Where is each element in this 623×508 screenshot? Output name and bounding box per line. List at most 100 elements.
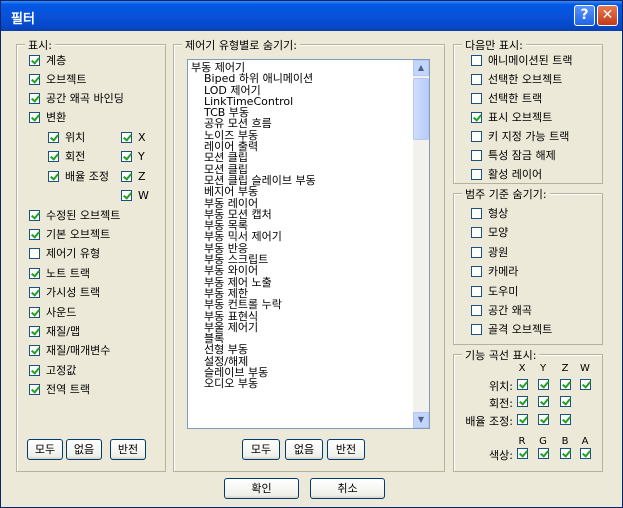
show-item-5-checkbox[interactable] [29, 229, 40, 240]
show-item-1-checkbox[interactable] [29, 74, 40, 85]
controller-list-item[interactable]: Biped 하위 애니메이션 [190, 73, 412, 84]
show-only-item-5-checkbox[interactable] [471, 150, 482, 161]
filter-dialog: 필터 ? ✕ 표시: 제어기 유형별로 숨기기: 부동 제어기 Biped 하위 … [0, 0, 623, 508]
show-item-6-label: 제어기 유형 [46, 247, 101, 260]
show-button-2[interactable]: 반전 [110, 439, 146, 460]
axis-item-3-checkbox[interactable] [121, 190, 132, 201]
axis-item-0-checkbox[interactable] [121, 132, 132, 143]
show-item-6-checkbox[interactable] [29, 248, 40, 259]
curve-checkbox[interactable] [560, 448, 571, 459]
close-icon[interactable]: ✕ [597, 5, 618, 26]
controller-button-2[interactable]: 반전 [327, 439, 365, 460]
show-item-3-checkbox[interactable] [29, 112, 40, 123]
curve-column-label: X [518, 363, 526, 374]
curve-column-label: W [580, 363, 590, 374]
controller-button-0[interactable]: 모두 [242, 439, 280, 460]
transform-item-1-checkbox[interactable] [48, 151, 59, 162]
show-only-item-2-checkbox[interactable] [471, 93, 482, 104]
axis-item-0-label: X [138, 131, 146, 144]
curve-checkbox[interactable] [538, 396, 549, 407]
scroll-thumb[interactable] [413, 78, 429, 140]
controller-list-item[interactable]: 모션 클립 [190, 152, 412, 163]
controller-button-1[interactable]: 없음 [285, 439, 323, 460]
show-item-0-label: 계층 [46, 54, 67, 67]
show-item-7-checkbox[interactable] [29, 268, 40, 279]
show-only-item-1-checkbox[interactable] [471, 74, 482, 85]
curve-checkbox[interactable] [560, 414, 571, 425]
curve-checkbox[interactable] [517, 448, 528, 459]
controller-list-item[interactable]: 베지어 부동 [190, 186, 412, 197]
transform-item-0-label: 위치 [65, 131, 86, 144]
axis-item-2-checkbox[interactable] [121, 171, 132, 182]
curve-checkbox[interactable] [538, 414, 549, 425]
curve-checkbox[interactable] [560, 379, 571, 390]
show-button-0[interactable]: 모두 [27, 439, 63, 460]
show-item-2-checkbox[interactable] [29, 93, 40, 104]
hide-category-item-2-label: 광원 [488, 246, 509, 259]
show-only-item-0-checkbox[interactable] [471, 55, 482, 66]
axis-item-3-label: W [138, 189, 149, 202]
transform-item-2-checkbox[interactable] [48, 171, 59, 182]
ok-button[interactable]: 확인 [224, 478, 299, 499]
controller-list-item[interactable]: 부동 컨트롤 누락 [190, 299, 412, 310]
axis-item-1-checkbox[interactable] [121, 151, 132, 162]
curve-checkbox[interactable] [580, 448, 591, 459]
curve-checkbox[interactable] [517, 414, 528, 425]
controller-type-list[interactable]: 부동 제어기 Biped 하위 애니메이션 LOD 제어기 LinkTimeContr… [187, 59, 430, 429]
show-item-0-checkbox[interactable] [29, 55, 40, 66]
show-only-legend: 다음만 표시: [462, 37, 526, 53]
hide-category-item-2-checkbox[interactable] [471, 247, 482, 258]
show-only-item-4-checkbox[interactable] [471, 131, 482, 142]
show-item-11-checkbox[interactable] [29, 345, 40, 356]
show-only-item-6-label: 활성 레이어 [488, 168, 543, 181]
curve-row-label: 색상: [489, 449, 513, 462]
hide-category-item-1-checkbox[interactable] [471, 227, 482, 238]
show-item-12-checkbox[interactable] [29, 365, 40, 376]
help-icon[interactable]: ? [574, 5, 595, 26]
curve-checkbox[interactable] [517, 379, 528, 390]
show-item-13-checkbox[interactable] [29, 384, 40, 395]
curve-checkbox[interactable] [517, 396, 528, 407]
show-item-10-checkbox[interactable] [29, 326, 40, 337]
show-item-13-label: 전역 트랙 [46, 383, 90, 396]
axis-item-2-label: Z [138, 170, 146, 183]
list-scrollbar[interactable]: ▲ ▼ [413, 60, 429, 428]
show-only-item-1-label: 선택한 오브젝트 [488, 73, 563, 86]
curve-checkbox[interactable] [580, 379, 591, 390]
curve-checkbox[interactable] [560, 396, 571, 407]
curve-checkbox[interactable] [538, 448, 549, 459]
hide-category-item-3-label: 카메라 [488, 265, 519, 278]
controller-list-item[interactable]: 부동 와이어 [190, 265, 412, 276]
scroll-up-icon[interactable]: ▲ [413, 60, 429, 76]
cancel-button[interactable]: 취소 [310, 478, 385, 499]
hide-by-category-legend: 범주 기준 숨기기: [462, 186, 550, 202]
color-column-label: A [581, 436, 589, 447]
hide-category-item-4-checkbox[interactable] [471, 286, 482, 297]
show-item-5-label: 기본 오브젝트 [46, 228, 111, 241]
hide-category-item-3-checkbox[interactable] [471, 266, 482, 277]
curve-checkbox[interactable] [538, 379, 549, 390]
hide-category-item-0-checkbox[interactable] [471, 208, 482, 219]
controller-types-legend: 제어기 유형별로 숨기기: [182, 37, 300, 53]
show-only-item-2-label: 선택한 트랙 [488, 92, 543, 105]
color-column-label: G [539, 436, 547, 447]
window-title: 필터 [11, 12, 35, 27]
show-item-3-label: 변환 [46, 111, 67, 124]
show-button-1[interactable]: 없음 [66, 439, 102, 460]
hide-category-item-5-label: 공간 왜곡 [488, 304, 532, 317]
title-bar[interactable]: 필터 ? ✕ [1, 1, 622, 31]
show-only-item-5-label: 특성 잠금 해제 [488, 149, 556, 162]
show-legend: 표시: [25, 37, 55, 53]
show-item-8-checkbox[interactable] [29, 287, 40, 298]
hide-category-item-5-checkbox[interactable] [471, 305, 482, 316]
hide-category-item-0-label: 형상 [488, 207, 509, 220]
show-only-item-6-checkbox[interactable] [471, 169, 482, 180]
hide-category-item-6-checkbox[interactable] [471, 324, 482, 335]
show-item-9-checkbox[interactable] [29, 307, 40, 318]
show-item-4-checkbox[interactable] [29, 210, 40, 221]
show-item-9-label: 사운드 [46, 306, 77, 319]
show-only-item-3-checkbox[interactable] [471, 112, 482, 123]
scroll-down-icon[interactable]: ▼ [413, 412, 429, 428]
transform-item-0-checkbox[interactable] [48, 132, 59, 143]
controller-list-item[interactable]: 오디오 부동 [190, 378, 412, 389]
